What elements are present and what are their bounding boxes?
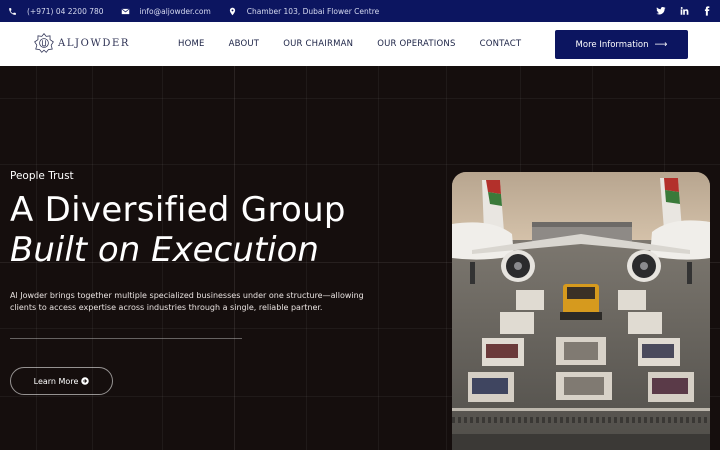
nav-our-chairman[interactable]: OUR CHAIRMAN — [283, 39, 353, 49]
grid-line — [378, 66, 379, 450]
phone-contact[interactable]: (+971) 04 2200 780 — [8, 7, 104, 16]
hero-airport-image — [452, 172, 710, 450]
grid-line — [0, 98, 720, 99]
phone-text: (+971) 04 2200 780 — [27, 6, 104, 16]
twitter-icon[interactable] — [656, 6, 666, 16]
email-text: info@aljowder.com — [139, 6, 211, 16]
nav-contact[interactable]: CONTACT — [480, 39, 522, 49]
envelope-icon — [121, 8, 130, 14]
nav-about[interactable]: ABOUT — [229, 39, 260, 49]
brand-logo[interactable]: ALJOWDER — [33, 32, 130, 54]
hero-eyebrow: People Trust — [10, 170, 74, 182]
learn-more-button[interactable]: Learn More — [10, 367, 113, 395]
phone-icon — [9, 7, 16, 15]
learn-more-label: Learn More — [33, 376, 79, 386]
address-contact: Chamber 103, Dubai Flower Centre — [228, 7, 379, 16]
email-contact[interactable]: info@aljowder.com — [121, 7, 211, 16]
more-information-label: More Information — [575, 39, 649, 50]
nav-home[interactable]: HOME — [178, 39, 205, 49]
facebook-icon[interactable] — [702, 6, 712, 16]
location-pin-icon — [229, 7, 235, 15]
main-navigation: HOME ABOUT OUR CHAIRMAN OUR OPERATIONS C… — [178, 22, 545, 66]
more-information-button[interactable]: More Information ⟶ — [555, 30, 688, 59]
logo-text: ALJOWDER — [58, 37, 130, 49]
address-text: Chamber 103, Dubai Flower Centre — [246, 6, 380, 16]
airport-apron-illustration — [452, 172, 710, 450]
nav-our-operations[interactable]: OUR OPERATIONS — [377, 39, 455, 49]
arrow-circle-right-icon — [81, 377, 90, 385]
hero-title-line-1: A Diversified Group — [10, 190, 346, 230]
site-header: ALJOWDER HOME ABOUT OUR CHAIRMAN OUR OPE… — [0, 22, 720, 66]
grid-line — [0, 164, 720, 165]
hero-section: People Trust A Diversified Group Built o… — [0, 66, 720, 450]
logo-emblem-icon — [34, 33, 54, 53]
hero-title-line-2: Built on Execution — [10, 230, 319, 270]
social-links — [643, 6, 712, 16]
grid-line — [446, 66, 447, 450]
hero-divider — [10, 338, 242, 339]
linkedin-icon[interactable] — [679, 6, 689, 16]
hero-description: Al Jowder brings together multiple speci… — [10, 291, 364, 312]
top-contact-bar: (+971) 04 2200 780 info@aljowder.com Cha… — [0, 0, 720, 22]
arrow-right-icon: ⟶ — [654, 39, 668, 50]
